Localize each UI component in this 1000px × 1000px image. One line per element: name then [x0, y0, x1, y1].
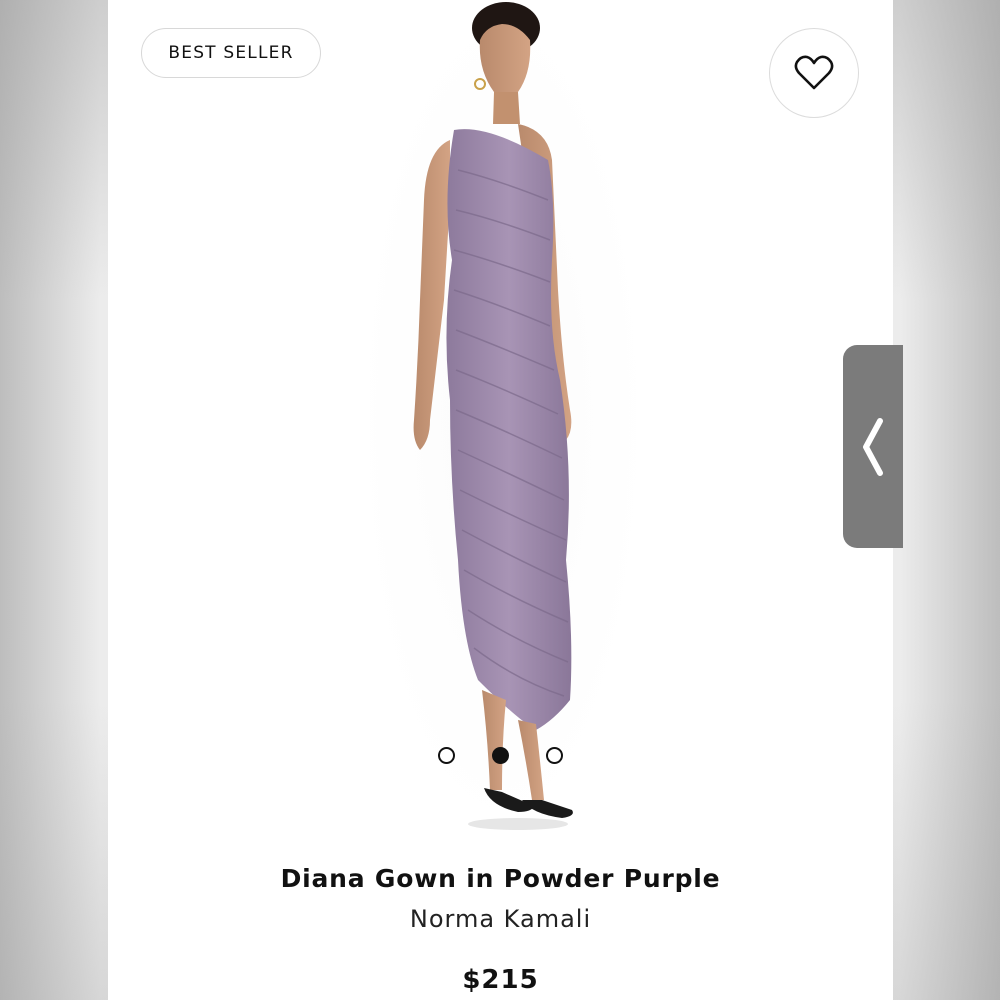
side-panel-tab[interactable] — [843, 345, 903, 548]
heart-outline-icon — [794, 55, 834, 90]
product-image-carousel[interactable]: BEST SELLER — [108, 0, 893, 840]
carousel-pagination — [438, 745, 563, 765]
product-name[interactable]: Diana Gown in Powder Purple — [108, 864, 893, 893]
product-photo — [413, 2, 573, 830]
carousel-dot-1[interactable] — [438, 746, 455, 764]
product-card: BEST SELLER Diana Gown in Powder Purple … — [108, 0, 893, 1000]
carousel-dot-3[interactable] — [546, 746, 563, 764]
chevron-left-icon — [863, 417, 883, 476]
product-price: $215 — [462, 965, 539, 995]
best-seller-label: BEST SELLER — [168, 43, 294, 63]
product-info: Diana Gown in Powder Purple Norma Kamali… — [108, 840, 893, 1000]
best-seller-badge: BEST SELLER — [141, 28, 321, 78]
wishlist-button[interactable] — [769, 28, 859, 118]
product-brand[interactable]: Norma Kamali — [108, 905, 893, 933]
carousel-dot-2-active[interactable] — [492, 746, 509, 764]
